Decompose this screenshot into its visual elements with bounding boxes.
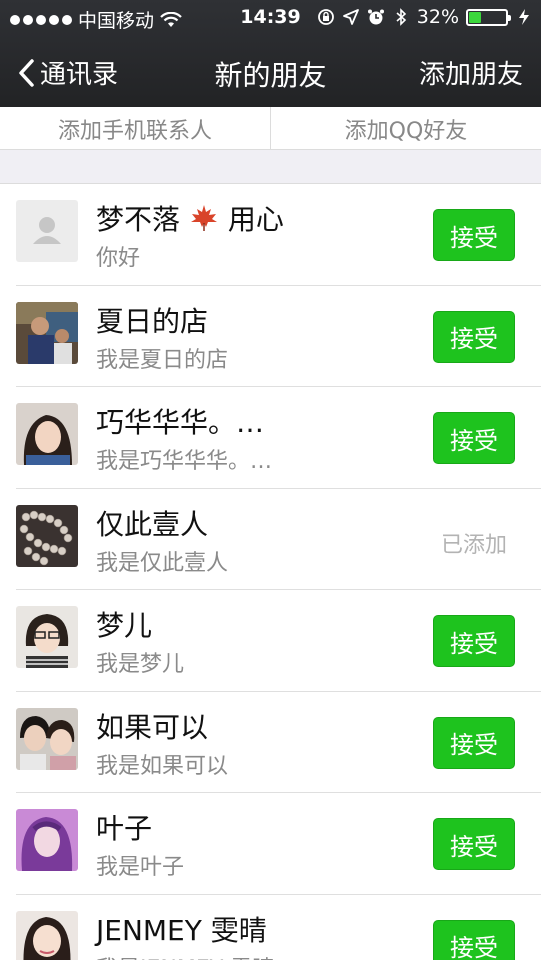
avatar bbox=[16, 504, 78, 567]
contact-message: 我是JENMEY 雯晴 bbox=[96, 951, 274, 960]
add-phone-contacts-button[interactable]: 添加手机联系人 bbox=[0, 107, 270, 150]
contact-message: 你好 bbox=[96, 246, 141, 271]
add-qq-friends-button[interactable]: 添加QQ好友 bbox=[271, 107, 541, 150]
contact-name: 如果可以 bbox=[96, 710, 209, 744]
contact-name: JENMEY 雯晴 bbox=[96, 913, 267, 947]
contact-message: 我是夏日的店 bbox=[96, 347, 229, 373]
status-right: 32% bbox=[317, 6, 533, 28]
photo-avatar bbox=[16, 301, 78, 364]
list-item[interactable]: 梦不落 用心 你好 接受 bbox=[0, 184, 541, 286]
battery-fill bbox=[469, 11, 481, 23]
location-icon bbox=[342, 9, 359, 25]
avatar bbox=[16, 403, 78, 465]
contact-name: 梦不落 用心 bbox=[96, 198, 284, 238]
accept-button[interactable]: 接受 bbox=[433, 818, 515, 870]
charging-icon bbox=[519, 9, 529, 25]
battery-percent: 32% bbox=[416, 6, 459, 28]
list-item[interactable]: 夏日的店 我是夏日的店 接受 bbox=[0, 286, 541, 388]
accept-button[interactable]: 接受 bbox=[433, 412, 515, 464]
top-bar: 中国移动 14:39 32% 通讯录 新的朋友 添加朋友 bbox=[0, 0, 541, 107]
photo-avatar bbox=[16, 910, 78, 960]
alarm-icon bbox=[367, 9, 384, 25]
accept-button[interactable]: 接受 bbox=[433, 919, 515, 960]
rotation-lock-icon bbox=[317, 9, 334, 25]
default-avatar-icon bbox=[16, 200, 78, 262]
contact-name-part: 用心 bbox=[227, 203, 284, 236]
contact-name: 梦儿 bbox=[96, 609, 153, 642]
bluetooth-icon bbox=[396, 8, 406, 26]
list-item[interactable]: 梦儿 我是梦儿 接受 bbox=[0, 590, 541, 692]
avatar bbox=[16, 606, 78, 668]
nav-bar: 通讯录 新的朋友 添加朋友 bbox=[0, 36, 541, 107]
avatar bbox=[16, 707, 78, 770]
beads-avatar bbox=[16, 504, 78, 567]
add-friend-button[interactable]: 添加朋友 bbox=[419, 54, 523, 91]
contact-message: 我是梦儿 bbox=[96, 652, 185, 677]
list-item[interactable]: JENMEY 雯晴 我是JENMEY 雯晴 接受 bbox=[0, 895, 541, 960]
maple-leaf-icon bbox=[190, 205, 217, 231]
accept-button[interactable]: 接受 bbox=[433, 615, 515, 667]
list-item[interactable]: 仅此壹人 我是仅此壹人 已添加 bbox=[0, 489, 541, 591]
added-status: 已添加 bbox=[440, 532, 507, 558]
photo-avatar bbox=[16, 809, 78, 871]
contact-message: 我是巧华华华。… bbox=[96, 449, 273, 474]
avatar bbox=[16, 301, 78, 364]
accept-button[interactable]: 接受 bbox=[433, 209, 515, 261]
accept-button[interactable]: 接受 bbox=[433, 716, 515, 769]
avatar bbox=[16, 809, 78, 871]
add-options-row: 添加手机联系人 添加QQ好友 bbox=[0, 107, 541, 150]
photo-avatar bbox=[16, 606, 78, 668]
friend-request-list: 梦不落 用心 你好 接受 夏日的店 我是夏日的店 接受 巧华华华。… 我是巧华华… bbox=[0, 184, 541, 960]
status-bar: 中国移动 14:39 32% bbox=[0, 0, 541, 36]
contact-name: 叶子 bbox=[96, 812, 153, 845]
avatar bbox=[16, 200, 78, 262]
battery-icon bbox=[466, 8, 511, 26]
photo-avatar bbox=[16, 707, 78, 770]
accept-button[interactable]: 接受 bbox=[433, 310, 515, 363]
list-item[interactable]: 如果可以 我是如果可以 接受 bbox=[0, 692, 541, 794]
contact-message: 我是叶子 bbox=[96, 855, 185, 880]
contact-name: 巧华华华。… bbox=[96, 406, 265, 439]
list-item[interactable]: 叶子 我是叶子 接受 bbox=[0, 793, 541, 895]
avatar bbox=[16, 910, 78, 960]
contact-name-part: 梦不落 bbox=[96, 203, 181, 236]
section-gap bbox=[0, 150, 541, 184]
contact-message: 我是如果可以 bbox=[96, 753, 229, 779]
contact-message: 我是仅此壹人 bbox=[96, 550, 229, 576]
contact-name: 仅此壹人 bbox=[96, 507, 209, 541]
contact-name: 夏日的店 bbox=[96, 304, 209, 338]
photo-avatar bbox=[16, 403, 78, 465]
list-item[interactable]: 巧华华华。… 我是巧华华华。… 接受 bbox=[0, 387, 541, 489]
